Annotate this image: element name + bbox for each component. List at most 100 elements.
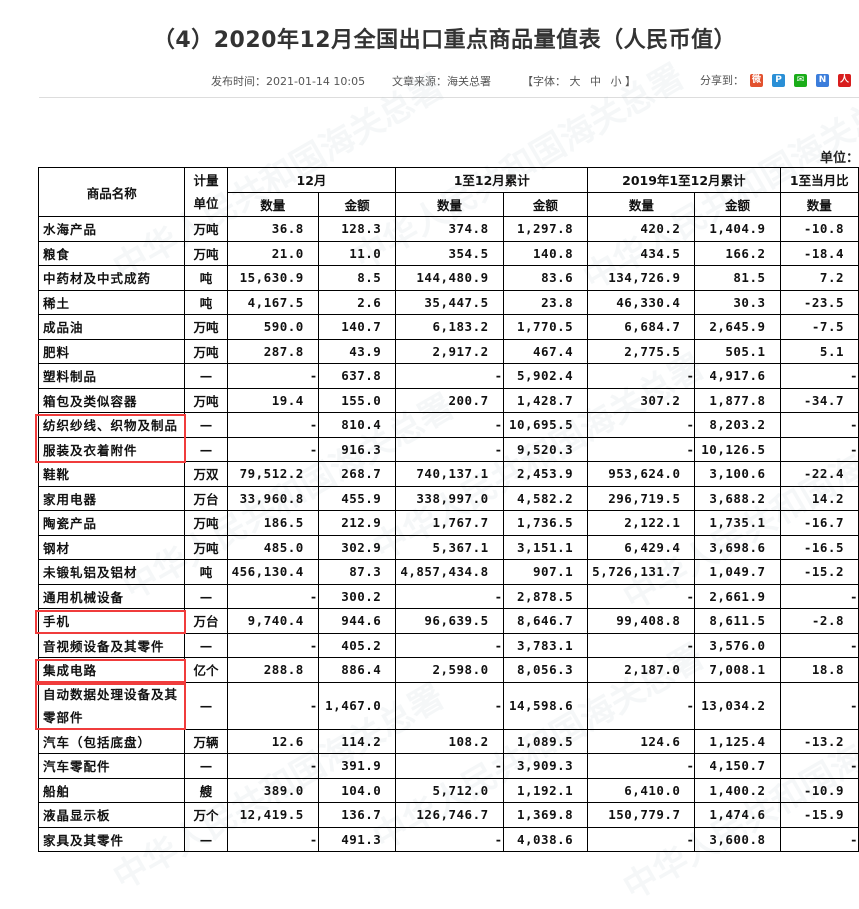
font-large-button[interactable]: 大 bbox=[570, 75, 581, 88]
font-size-label: 【字体： bbox=[522, 75, 566, 88]
dec-amount: 405.2 bbox=[317, 632, 397, 658]
prev-ytd-qty: - bbox=[587, 363, 696, 389]
dec-qty: 288.8 bbox=[226, 657, 319, 683]
ytd-amount: 3,151.1 bbox=[502, 534, 589, 560]
publish-time: 发布时间：2021-01-14 10:05 bbox=[211, 75, 366, 88]
dec-qty: 4,167.5 bbox=[226, 289, 319, 315]
unit-cell: 万辆 bbox=[184, 728, 228, 754]
header-prev-ytd: 2019年1至12月累计 bbox=[587, 167, 781, 193]
prev-ytd-amount: 8,203.2 bbox=[694, 412, 781, 438]
table-row: 音视频设备及其零件 — -405.2-3,783.1-3,576.0- bbox=[37, 632, 859, 658]
ratio-qty: - bbox=[779, 363, 859, 389]
ytd-qty: 6,183.2 bbox=[395, 314, 504, 340]
ytd-amount: 1,369.8 bbox=[502, 802, 589, 828]
unit-cell: — bbox=[184, 753, 228, 779]
ytd-qty: 354.5 bbox=[395, 240, 504, 266]
dec-qty: - bbox=[226, 363, 319, 389]
commodity-name: 家用电器 bbox=[37, 485, 186, 511]
renren-icon[interactable]: N bbox=[816, 73, 829, 87]
prev-ytd-amount: 3,698.6 bbox=[694, 534, 781, 560]
prev-ytd-qty: 953,624.0 bbox=[587, 461, 696, 487]
dec-amount: 43.9 bbox=[317, 338, 397, 364]
prev-ytd-amount: 3,576.0 bbox=[694, 632, 781, 658]
ratio-qty: -10.8 bbox=[779, 216, 859, 242]
ytd-qty: - bbox=[395, 436, 504, 462]
dec-amount: 944.6 bbox=[317, 608, 397, 634]
ratio-qty: - bbox=[779, 412, 859, 438]
wechat-icon[interactable]: ✉ bbox=[794, 73, 807, 87]
ratio-qty: -2.8 bbox=[779, 608, 859, 634]
table-row: 陶瓷产品 万吨 186.5 212.9 1,767.7 1,736.5 2,122.1 1,7… bbox=[37, 510, 859, 536]
prev-ytd-amount: 505.1 bbox=[694, 338, 781, 364]
prev-ytd-qty: 150,779.7 bbox=[587, 802, 696, 828]
share-bar: 分享到： 微 P ✉ N 人 bbox=[700, 72, 859, 88]
export-commodity-table: 商品名称 计量单位 12月 1至12月累计 2019年1至12月累计 1至当月比… bbox=[37, 167, 859, 852]
prev-ytd-amount: 1,125.4 bbox=[694, 728, 781, 754]
unit-cell: 万吨 bbox=[184, 338, 228, 364]
unit-cell: — bbox=[184, 412, 228, 438]
table-row: 纺织纱线、织物及制品 — -810.4-10,695.5-8,203.2- bbox=[37, 412, 859, 438]
table-row: 服装及衣着附件 — -916.3-9,520.3-10,126.5- bbox=[37, 436, 859, 462]
table-row: 箱包及类似容器 万吨 19.4 155.0 200.7 1,428.7 307.2 1,877… bbox=[37, 387, 859, 413]
dec-amount: 2.6 bbox=[317, 289, 397, 315]
unit-cell: 吨 bbox=[184, 265, 228, 291]
commodity-name: 手机 bbox=[37, 608, 186, 634]
ytd-qty: 374.8 bbox=[395, 216, 504, 242]
prev-ytd-qty: 5,726,131.7 bbox=[587, 559, 696, 585]
commodity-name: 鞋靴 bbox=[37, 461, 186, 487]
ytd-qty: 200.7 bbox=[395, 387, 504, 413]
dec-qty: - bbox=[226, 681, 319, 730]
dec-qty: 389.0 bbox=[226, 777, 319, 803]
prev-ytd-qty: 2,775.5 bbox=[587, 338, 696, 364]
prev-ytd-qty: - bbox=[587, 826, 696, 852]
ratio-qty: - bbox=[779, 632, 859, 658]
ratio-qty: -15.2 bbox=[779, 559, 859, 585]
commodity-name: 肥料 bbox=[37, 338, 186, 364]
dec-amount: 302.9 bbox=[317, 534, 397, 560]
unit-cell: 亿个 bbox=[184, 657, 228, 683]
table-row: 成品油 万吨 590.0 140.7 6,183.2 1,770.5 6,684.7 2,64… bbox=[37, 314, 859, 340]
dec-amount: 916.3 bbox=[317, 436, 397, 462]
unit-cell: 万个 bbox=[184, 802, 228, 828]
ytd-qty: - bbox=[395, 363, 504, 389]
article-source: 文章来源：海关总署 bbox=[392, 75, 491, 88]
ytd-qty: 2,917.2 bbox=[395, 338, 504, 364]
font-medium-button[interactable]: 中 bbox=[590, 75, 601, 88]
unit-cell: 万台 bbox=[184, 608, 228, 634]
font-small-button[interactable]: 小 bbox=[611, 75, 622, 88]
dec-qty: 12.6 bbox=[226, 728, 319, 754]
ratio-qty: - bbox=[779, 826, 859, 852]
ytd-amount: 2,453.9 bbox=[502, 461, 589, 487]
commodity-name: 船舶 bbox=[37, 777, 186, 803]
commodity-name: 液晶显示板 bbox=[37, 802, 186, 828]
ytd-amount: 83.6 bbox=[502, 265, 589, 291]
prev-ytd-qty: 420.2 bbox=[587, 216, 696, 242]
ytd-amount: 5,902.4 bbox=[502, 363, 589, 389]
dec-qty: 590.0 bbox=[226, 314, 319, 340]
ratio-qty: 14.2 bbox=[779, 485, 859, 511]
prev-ytd-amount: 1,735.1 bbox=[694, 510, 781, 536]
header-ytd: 1至12月累计 bbox=[395, 167, 589, 193]
dec-amount: 300.2 bbox=[317, 583, 397, 609]
ratio-qty: - bbox=[779, 436, 859, 462]
qzone-icon[interactable]: P bbox=[772, 73, 785, 87]
dec-amount: 104.0 bbox=[317, 777, 397, 803]
ratio-qty: - bbox=[779, 753, 859, 779]
prev-ytd-amount: 30.3 bbox=[694, 289, 781, 315]
dec-amount: 114.2 bbox=[317, 728, 397, 754]
dec-qty: - bbox=[226, 632, 319, 658]
commodity-name: 集成电路 bbox=[37, 657, 186, 683]
article-meta: 发布时间：2021-01-14 10:05 文章来源：海关总署 【字体： 大 中… bbox=[0, 73, 859, 89]
people-icon[interactable]: 人 bbox=[838, 73, 851, 87]
prev-ytd-amount: 1,400.2 bbox=[694, 777, 781, 803]
table-row: 塑料制品 — -637.8-5,902.4-4,917.6- bbox=[37, 363, 859, 389]
dec-amount: 391.9 bbox=[317, 753, 397, 779]
table-row: 水海产品 万吨 36.8 128.3 374.8 1,297.8 420.2 1,404.9-… bbox=[37, 216, 859, 242]
ytd-qty: 1,767.7 bbox=[395, 510, 504, 536]
ytd-amount: 1,428.7 bbox=[502, 387, 589, 413]
header-december: 12月 bbox=[226, 167, 397, 193]
table-row: 家具及其零件 — -491.3-4,038.6-3,600.8- bbox=[37, 826, 859, 852]
weibo-icon[interactable]: 微 bbox=[750, 73, 763, 87]
table-row: 液晶显示板 万个 12,419.5 136.7 126,746.7 1,369.8 150,… bbox=[37, 802, 859, 828]
unit-cell: 万吨 bbox=[184, 510, 228, 536]
